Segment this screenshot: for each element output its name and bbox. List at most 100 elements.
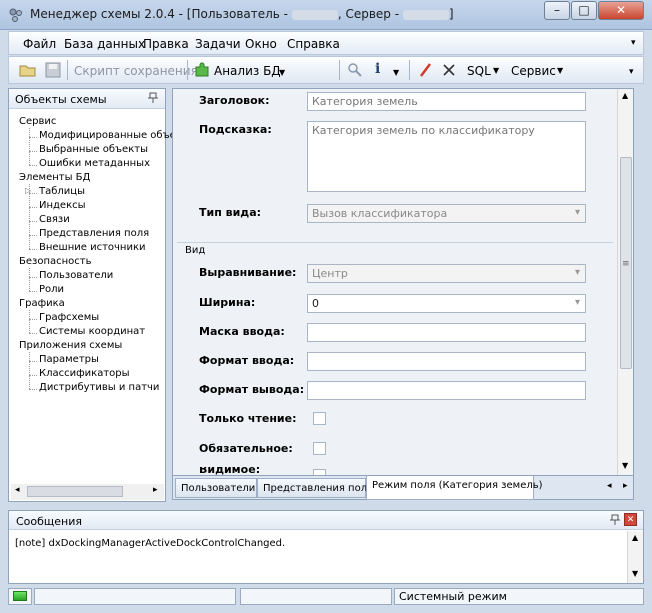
tree-group[interactable]: Безопасность [19,256,92,267]
tree-group[interactable]: Графика [19,298,65,309]
menu-overflow-icon[interactable]: ▾ [631,38,636,48]
sql-dropdown-icon[interactable]: ▼ [493,66,499,75]
tree-connector [29,268,30,291]
toolbar-separator [409,60,410,80]
info-icon[interactable]: i [375,61,380,77]
readonly-checkbox[interactable] [313,412,326,425]
tree-item[interactable]: Ошибки метаданных [39,158,150,169]
app-icon [9,8,22,22]
menu-bar: Файл База данных Правка Задачи Окно Спра… [8,31,644,55]
maximize-button[interactable]: □ [571,1,597,20]
pin-icon[interactable] [609,514,621,526]
input-mask-field[interactable] [307,323,586,342]
service-dropdown-icon[interactable]: ▼ [557,66,563,75]
tree-item[interactable]: Классификаторы [39,368,130,379]
tree-connector [29,128,30,165]
tree-item[interactable]: Роли [39,284,64,295]
tree-connector [29,151,37,152]
tree-item[interactable]: Связи [39,214,70,225]
field-properties-panel: Заголовок: Категория земель Подсказка: К… [172,88,634,476]
tree-connector [29,137,37,138]
group-view-title: Вид [185,245,206,256]
tree-item[interactable]: Модифицированные объе [39,130,176,141]
hint-textarea[interactable]: Категория земель по классификатору [307,121,586,192]
panel-header: Объекты схемы [9,89,165,109]
tree-item[interactable]: Графсхемы [39,312,99,323]
tree-item[interactable]: Таблицы [39,186,85,197]
connection-indicator [8,588,32,605]
align-select[interactable]: Центр [307,264,586,283]
required-label: Обязательное: [199,442,293,455]
search-icon[interactable] [347,62,363,78]
info-dropdown-icon[interactable]: ▼ [393,68,399,77]
visible-checkbox[interactable] [313,469,326,475]
scroll-thumb[interactable] [27,486,123,497]
toolbar-separator [187,60,188,80]
analyze-db-button[interactable]: Анализ БД [214,64,281,78]
tree-item[interactable]: Дистрибутивы и патчи [39,382,159,393]
tree-item[interactable]: Индексы [39,200,86,211]
menu-window[interactable]: Окно [245,37,277,51]
messages-panel: Сообщения ✕ [note] dxDockingManagerActiv… [8,510,644,584]
tree-connector [29,249,37,250]
horizontal-scrollbar[interactable]: ◂ ▸ [11,484,164,500]
menu-help[interactable]: Справка [287,37,340,51]
output-format-field[interactable] [307,381,586,400]
required-checkbox[interactable] [313,442,326,455]
tree-connector [29,310,30,333]
close-panel-icon[interactable]: ✕ [624,513,637,526]
toolbar-overflow-icon[interactable]: ▾ [629,67,634,77]
analyze-dropdown-icon[interactable]: ▼ [279,68,285,77]
panel-header: Сообщения ✕ [9,511,643,530]
tree-connector [29,277,37,278]
tree-connector [29,207,37,208]
tab-scroll-right-icon[interactable]: ▸ [623,481,628,491]
tree-item[interactable]: Внешние источники [39,242,146,253]
tree-connector [29,291,37,292]
messages-scrollbar[interactable]: ▲ ▼ [627,531,643,583]
view-type-select[interactable]: Вызов классификатора [307,204,586,223]
width-select[interactable]: 0 [307,294,586,313]
menu-edit[interactable]: Правка [143,37,189,51]
align-label: Выравнивание: [199,266,297,279]
toolbar: Скрипт сохранения Анализ БД ▼ i ▼ SQL ▼ … [8,56,644,84]
save-script-button[interactable]: Скрипт сохранения [74,64,198,78]
minimize-button[interactable]: – [544,1,570,20]
service-button[interactable]: Сервис [511,64,556,78]
menu-database[interactable]: База данных [64,37,145,51]
heading-input[interactable]: Категория земель [307,92,586,111]
tree-item[interactable]: Выбранные объекты [39,144,148,155]
pin-icon[interactable] [147,92,159,104]
pencil-icon[interactable] [417,62,433,78]
tree-connector [29,361,37,362]
tree-item[interactable]: Пользователи [39,270,113,281]
tree-connector [29,193,37,194]
status-mode: Системный режим [394,588,644,605]
menu-file[interactable]: Файл [23,37,56,51]
sql-button[interactable]: SQL [467,64,491,78]
tab-field-mode[interactable]: Режим поля (Категория земель) [366,476,543,500]
tree-item[interactable]: Представления поля [39,228,149,239]
input-format-field[interactable] [307,352,586,371]
menu-tasks[interactable]: Задачи [195,37,241,51]
tree-group[interactable]: Приложения схемы [19,340,122,351]
tab-field-views[interactable]: Представления поля [257,478,373,498]
close-button[interactable]: ✕ [598,1,644,20]
tree-connector [29,184,30,249]
delete-icon[interactable] [441,62,457,78]
tree-item[interactable]: Системы координат [39,326,145,337]
save-icon[interactable] [45,62,61,78]
tree-group[interactable]: Сервис [19,116,56,127]
open-folder-icon[interactable] [19,62,37,78]
vertical-scrollbar[interactable]: ▲ ≡ ▼ [617,89,633,475]
status-bar: Системный режим [8,588,644,606]
tab-users[interactable]: Пользователи [175,478,257,498]
width-label: Ширина: [199,296,256,309]
panel-title: Объекты схемы [15,93,107,106]
tree-group[interactable]: Элементы БД [19,172,90,183]
output-format-label: Формат вывода: [199,383,305,396]
tab-scroll-left-icon[interactable]: ◂ [607,481,612,491]
status-cell [34,588,236,605]
document-tabs: Пользователи Представления поля Режим по… [172,476,634,500]
tree-item[interactable]: Параметры [39,354,99,365]
